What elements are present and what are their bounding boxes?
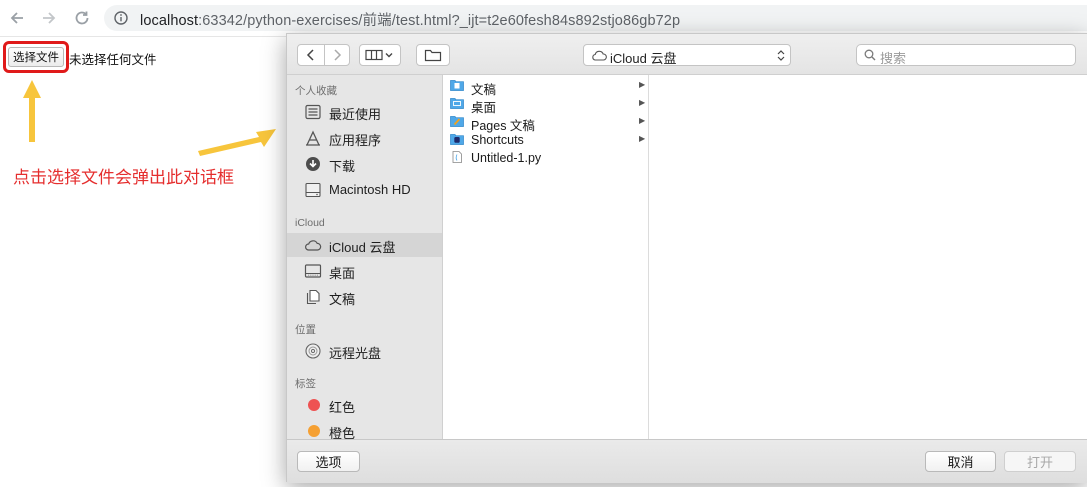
- arrow-up-annotation-icon: [23, 80, 41, 142]
- file-row-untitled-py[interactable]: Untitled-1.py: [443, 149, 648, 167]
- chevron-right-icon: ▶: [639, 98, 646, 107]
- documents-icon: [306, 289, 320, 305]
- dialog-forward-button[interactable]: [324, 44, 350, 66]
- sidebar-item-label: 文稿: [329, 292, 356, 307]
- file-icon: [452, 151, 462, 163]
- reload-icon: [75, 11, 89, 25]
- url-host: localhost: [140, 13, 199, 29]
- file-column: 文稿 ▶ 桌面 ▶ Pages 文稿 ▶ Shortcuts ▶ Untitle…: [443, 75, 649, 439]
- open-button[interactable]: 打开: [1004, 451, 1076, 472]
- view-mode-button[interactable]: [359, 44, 401, 66]
- download-icon: [306, 157, 320, 171]
- annotation-text: 点击选择文件会弹出此对话框: [13, 168, 234, 187]
- choose-file-button[interactable]: 选择文件: [8, 47, 64, 67]
- options-button[interactable]: 选项: [297, 451, 360, 472]
- sidebar-item-label: 桌面: [329, 266, 356, 281]
- cloud-icon: [592, 50, 607, 61]
- arrow-right-icon: [43, 12, 56, 24]
- file-open-dialog: iCloud 云盘 搜索 个人收藏 最近使用 应用程序 下载 Macintosh…: [286, 33, 1087, 483]
- icloud-header: iCloud: [295, 217, 325, 229]
- folder-shortcuts-icon: [450, 134, 464, 145]
- arrow-right-annotation-icon: [198, 129, 276, 156]
- chevron-left-icon: [306, 49, 314, 61]
- dialog-footer: 选项 取消 打开: [287, 439, 1087, 483]
- sidebar-item-documents[interactable]: 文稿: [287, 285, 442, 309]
- sidebar-item-label: 橙色: [329, 426, 356, 439]
- info-icon[interactable]: [114, 11, 128, 25]
- sidebar-item-downloads[interactable]: 下载: [287, 152, 442, 176]
- recents-icon: [305, 104, 321, 120]
- chevron-right-icon: ▶: [639, 134, 646, 143]
- dialog-toolbar: iCloud 云盘 搜索: [287, 34, 1087, 75]
- sidebar-item-applications[interactable]: 应用程序: [287, 126, 442, 150]
- sidebar-item-label: 远程光盘: [329, 346, 382, 361]
- sidebar-item-label: 红色: [329, 400, 356, 415]
- red-tag-dot-icon: [308, 399, 320, 411]
- reload-button[interactable]: [70, 6, 94, 30]
- preview-column: [649, 75, 1087, 439]
- sidebar-item-desktop[interactable]: 桌面: [287, 259, 442, 283]
- columns-view-icon: [365, 49, 393, 61]
- sidebar-item-label: 最近使用: [329, 107, 382, 122]
- cancel-button[interactable]: 取消: [925, 451, 996, 472]
- search-placeholder: 搜索: [880, 51, 907, 66]
- browser-toolbar: localhost:63342/python-exercises/前端/test…: [0, 0, 1087, 37]
- desktop-icon: [304, 264, 322, 278]
- folder-desktop-icon: [450, 98, 464, 109]
- updown-chevron-icon: [777, 50, 785, 61]
- sidebar-item-icloud-drive[interactable]: iCloud 云盘: [287, 233, 442, 257]
- url-text[interactable]: localhost:63342/python-exercises/前端/test…: [140, 9, 680, 30]
- file-name: Untitled-1.py: [471, 151, 542, 165]
- no-file-text: 未选择任何文件: [69, 53, 157, 67]
- new-folder-button[interactable]: [416, 44, 450, 66]
- hard-drive-icon: [305, 182, 321, 198]
- file-row-shortcuts[interactable]: Shortcuts ▶: [443, 131, 648, 149]
- dialog-sidebar: 个人收藏 最近使用 应用程序 下载 Macintosh HD iCloud iC…: [287, 75, 443, 439]
- sidebar-item-recents[interactable]: 最近使用: [287, 100, 442, 124]
- dialog-back-button[interactable]: [297, 44, 325, 66]
- location-select[interactable]: iCloud 云盘: [583, 44, 791, 66]
- sidebar-item-label: iCloud 云盘: [329, 240, 396, 255]
- file-row-desktop[interactable]: 桌面 ▶: [443, 95, 648, 115]
- file-row-documents[interactable]: 文稿 ▶: [443, 77, 648, 97]
- orange-tag-dot-icon: [308, 425, 320, 437]
- forward-button[interactable]: [37, 6, 61, 30]
- search-icon: [864, 49, 876, 61]
- cloud-icon: [305, 240, 322, 251]
- file-name: Shortcuts: [471, 133, 524, 147]
- chevron-right-icon: [334, 49, 342, 61]
- search-field[interactable]: 搜索: [856, 44, 1076, 66]
- favorites-header: 个人收藏: [295, 85, 337, 97]
- sidebar-item-label: 下载: [329, 159, 356, 174]
- sidebar-item-macintosh-hd[interactable]: Macintosh HD: [287, 178, 442, 202]
- folder-docs-icon: [450, 80, 464, 91]
- sidebar-item-label: 应用程序: [329, 133, 382, 148]
- locations-header: 位置: [295, 324, 316, 336]
- arrow-left-icon: [10, 12, 23, 24]
- location-label: iCloud 云盘: [610, 51, 677, 66]
- applications-icon: [306, 130, 320, 146]
- sidebar-item-remote-disc[interactable]: 远程光盘: [287, 339, 442, 363]
- chevron-right-icon: ▶: [639, 80, 646, 89]
- disc-icon: [305, 343, 321, 359]
- new-folder-icon: [424, 49, 442, 62]
- url-path: :63342/python-exercises/前端/test.html?_ij…: [198, 13, 681, 29]
- file-row-pages[interactable]: Pages 文稿 ▶: [443, 113, 648, 133]
- sidebar-item-label: Macintosh HD: [329, 182, 411, 197]
- chevron-right-icon: ▶: [639, 116, 646, 125]
- folder-pages-icon: [450, 116, 464, 127]
- tags-header: 标签: [295, 378, 316, 390]
- back-button[interactable]: [5, 6, 29, 30]
- sidebar-item-tag-orange[interactable]: 橙色: [287, 419, 442, 439]
- sidebar-item-tag-red[interactable]: 红色: [287, 393, 442, 417]
